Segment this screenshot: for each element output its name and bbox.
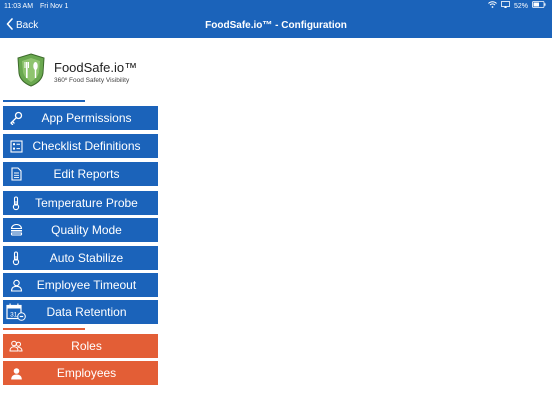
thermometer-icon: [3, 246, 29, 270]
document-icon: [3, 162, 29, 186]
checklist-icon: [3, 134, 29, 158]
wifi-icon: [488, 0, 497, 13]
brand-tagline: 360º Food Safety Visibility: [54, 76, 130, 84]
menu-label: Temperature Probe: [35, 196, 138, 210]
brand-name: FoodSafe.io™: [54, 59, 138, 75]
user-icon: [3, 361, 29, 385]
menu-roles-button[interactable]: Roles: [3, 334, 158, 358]
section-divider-config: [3, 100, 85, 102]
menu-employees-button[interactable]: Employees: [3, 361, 158, 385]
menu-temperature-probe-button[interactable]: Temperature Probe: [3, 191, 158, 215]
menu-label: Employee Timeout: [36, 278, 137, 292]
menu-data-retention-button[interactable]: 31 Data Retention: [3, 300, 158, 324]
key-icon: [3, 106, 29, 130]
menu-checklist-definitions-button[interactable]: Checklist Definitions: [3, 134, 158, 158]
menu-label: Quality Mode: [51, 223, 122, 237]
menu-app-permissions-button[interactable]: App Permissions: [3, 106, 158, 130]
menu-label: Employees: [56, 366, 117, 380]
menu-label: Data Retention: [46, 305, 127, 319]
section-divider-people: [3, 328, 85, 330]
screen-mirror-icon: [501, 0, 510, 13]
user-outline-icon: [3, 273, 29, 297]
menu-label: Auto Stabilize: [49, 251, 124, 265]
menu-quality-mode-button[interactable]: Quality Mode: [3, 218, 158, 242]
status-time: 11:03 AM: [4, 3, 34, 10]
menu-label: App Permissions: [41, 111, 132, 125]
page-title: FoodSafe.io™ - Configuration: [205, 20, 347, 31]
burger-icon: [3, 218, 29, 242]
calendar-icon: 31: [3, 300, 29, 324]
menu-auto-stabilize-button[interactable]: Auto Stabilize: [3, 246, 158, 270]
menu-employee-timeout-button[interactable]: Employee Timeout: [3, 273, 158, 297]
group-icon: [3, 334, 29, 358]
thermometer-icon: [3, 191, 29, 215]
brand-logo-area: FoodSafe.io™ 360º Food Safety Visibility: [16, 53, 137, 92]
shield-logo-icon: [16, 53, 46, 92]
status-right: 52%: [488, 0, 546, 13]
menu-label: Roles: [71, 339, 102, 353]
menu-label: Checklist Definitions: [32, 139, 141, 153]
status-date: Fri Nov 1: [40, 3, 69, 10]
navigation-bar: Back FoodSafe.io™ - Configuration: [0, 13, 552, 38]
battery-percent: 52%: [513, 3, 528, 10]
sidebar: FoodSafe.io™ 360º Food Safety Visibility…: [0, 38, 162, 414]
menu-edit-reports-button[interactable]: Edit Reports: [3, 162, 158, 186]
menu-label: Edit Reports: [53, 167, 120, 181]
status-bar: 11:03 AM Fri Nov 1 52%: [0, 0, 552, 13]
battery-icon: [532, 0, 546, 13]
calendar-day-text: 31: [10, 311, 18, 318]
